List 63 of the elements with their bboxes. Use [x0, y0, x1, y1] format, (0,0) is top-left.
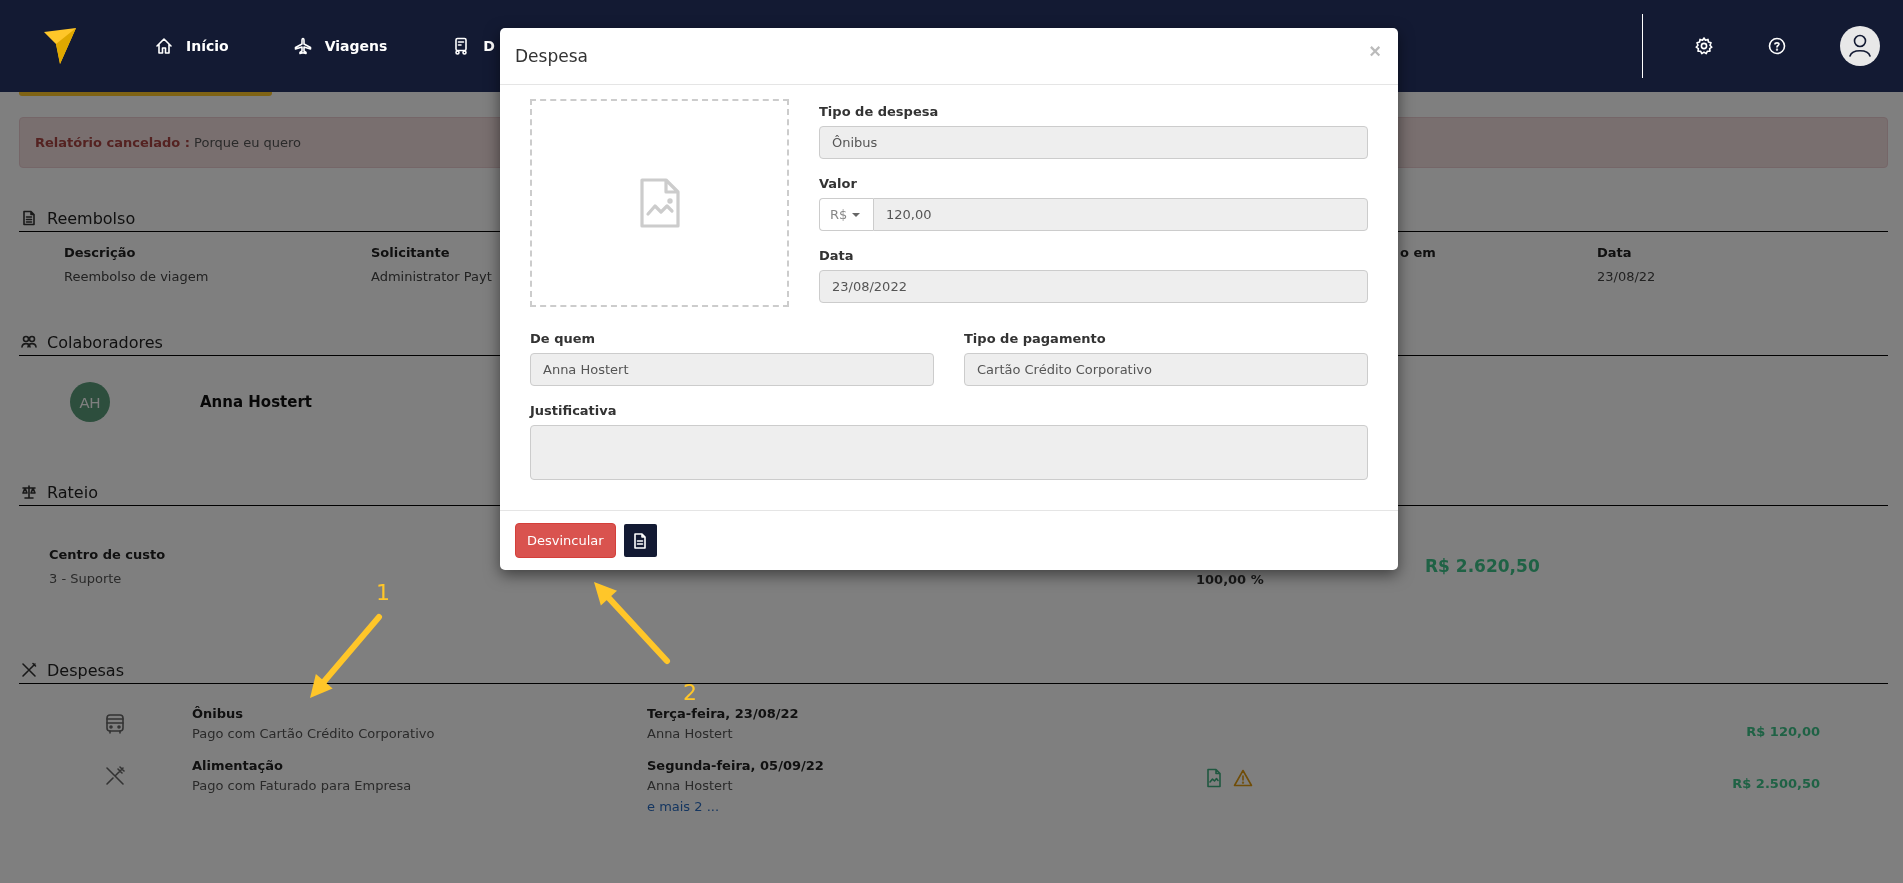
caret-icon	[852, 212, 861, 217]
field-label: Tipo de despesa	[819, 103, 940, 121]
expense-title: Alimentação	[192, 757, 284, 775]
expense-date: Segunda-feira, 05/09/22	[647, 757, 825, 775]
column-header: Descrição	[64, 244, 136, 262]
user-avatar-icon[interactable]	[1840, 26, 1880, 66]
person-name: Anna Hostert	[647, 777, 734, 795]
input-field[interactable]: Cartão Crédito Corporativo	[964, 353, 1368, 386]
annotation-number: 1	[376, 580, 390, 605]
percentage-value: 100,00 %	[1196, 572, 1265, 587]
person-name: Anna Hostert	[647, 725, 734, 743]
section-title: Reembolso	[47, 208, 136, 228]
alert-message: Relatório cancelado : Porque eu quero	[35, 135, 302, 150]
field-label: Valor	[819, 175, 858, 193]
expense-amount: R$ 2.500,50	[1732, 776, 1820, 793]
expense-date: Terça-feira, 23/08/22	[647, 705, 800, 723]
field-label: Justificativa	[530, 402, 618, 420]
logo	[42, 26, 78, 66]
input-field[interactable]: 120,00	[873, 198, 1368, 231]
currency-dropdown[interactable]: R$	[819, 198, 873, 231]
column-header: o em	[1400, 244, 1436, 262]
collaborator-name: Anna Hostert	[200, 393, 312, 411]
airplane-icon	[292, 36, 313, 56]
payment-method: Pago com Faturado para Empresa	[192, 777, 413, 795]
people-icon	[21, 334, 37, 350]
document-icon	[21, 210, 37, 226]
section-title: Despesas	[47, 660, 124, 680]
column-header: Solicitante	[371, 244, 450, 262]
payment-method: Pago com Cartão Crédito Corporativo	[192, 725, 436, 743]
nav-link[interactable]: Viagens	[292, 36, 388, 56]
fork-knife-icon	[21, 662, 37, 678]
nav-link[interactable]: D	[451, 36, 495, 56]
image-file-icon	[637, 176, 682, 230]
section-title: Colaboradores	[47, 332, 163, 352]
settings-icon[interactable]	[1694, 36, 1714, 56]
section-title: Rateio	[47, 482, 98, 502]
cost-center-value: 3 - Suporte	[49, 570, 122, 588]
annotation-number: 2	[683, 680, 697, 705]
field-label: Tipo de pagamento	[964, 330, 1107, 348]
total-amount: R$ 2.620,50	[1425, 556, 1541, 578]
input-field[interactable]: Ônibus	[819, 126, 1368, 159]
help-icon[interactable]	[1767, 36, 1787, 56]
input-field[interactable]: 23/08/2022	[819, 270, 1368, 303]
input-field[interactable]: Anna Hostert	[530, 353, 934, 386]
initials-avatar: AH	[70, 382, 110, 422]
nav-link[interactable]: Início	[154, 36, 229, 56]
document-button[interactable]	[623, 524, 657, 557]
field-value: Administrator Payt	[371, 268, 492, 286]
field-value: Reembolso de viagem	[64, 268, 209, 286]
expense-title: Ônibus	[192, 705, 245, 723]
expense-amount: R$ 120,00	[1746, 724, 1820, 741]
column-header: Data	[1597, 244, 1632, 262]
scales-icon	[21, 484, 37, 500]
field-value: 23/08/22	[1597, 268, 1656, 286]
home-icon	[154, 36, 174, 56]
document-icon	[633, 532, 648, 549]
unlink-button[interactable]: Desvincular	[515, 523, 616, 558]
field-label: Data	[819, 247, 855, 265]
dialog-title: Despesa	[515, 46, 588, 66]
field-label: De quem	[530, 330, 597, 348]
bus-icon	[103, 712, 127, 736]
cost-center-label: Centro de custo	[49, 546, 166, 564]
fork-knife-icon	[103, 764, 127, 788]
